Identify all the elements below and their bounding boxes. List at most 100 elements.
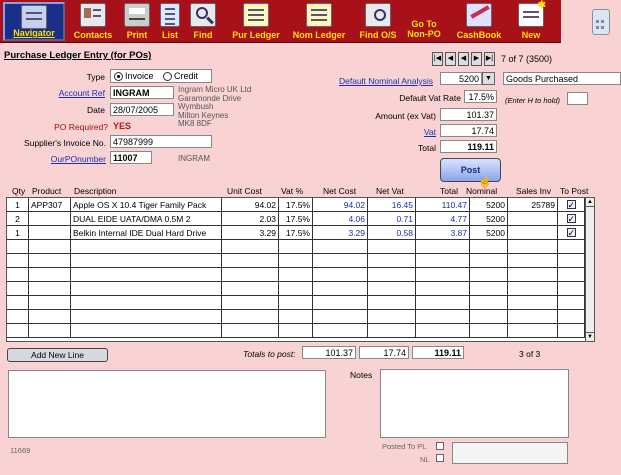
table-row[interactable] [7, 254, 585, 268]
to-post-cell[interactable]: ✓ [558, 226, 585, 240]
posted-pl-checkbox[interactable] [436, 442, 444, 450]
find-button[interactable]: Find [188, 2, 218, 41]
total-cell [416, 310, 470, 324]
to-post-checkbox[interactable]: ✓ [566, 200, 576, 210]
product-cell[interactable] [29, 212, 71, 226]
add-new-line-button[interactable]: Add New Line [7, 348, 108, 362]
to-post-cell[interactable]: ✓ [558, 198, 585, 212]
description-cell[interactable]: DUAL EIDE UATA/DMA 0.5M 2 [71, 212, 222, 226]
vat-pct-cell [279, 310, 313, 324]
vat-field[interactable]: 17.74 [440, 124, 497, 137]
supplier-invoice-field[interactable]: 47987999 [110, 135, 212, 148]
type-radio-group: Invoice Credit [110, 69, 212, 83]
table-row[interactable]: 1 Belkin Internal IDE Dual Hard Drive 3.29… [7, 226, 585, 240]
vat-pct-cell[interactable]: 17.5% [279, 226, 313, 240]
vat-link[interactable]: Vat [390, 127, 436, 137]
net-vat-cell[interactable]: 0.71 [368, 212, 416, 226]
total-cell[interactable]: 4.77 [416, 212, 470, 226]
credit-radio[interactable] [163, 72, 172, 81]
to-post-cell[interactable]: ✓ [558, 212, 585, 226]
contacts-button[interactable]: Contacts [68, 2, 118, 41]
sales-inv-cell[interactable]: 25789 [508, 198, 558, 212]
to-post-checkbox[interactable]: ✓ [566, 214, 576, 224]
cashbook-button[interactable]: CashBook [452, 2, 506, 41]
table-row[interactable] [7, 268, 585, 282]
table-row[interactable]: 1 APP307 Apple OS X 10.4 Tiger Family Pack… [7, 198, 585, 212]
new-button[interactable]: ✱ New [513, 1, 549, 41]
description-cell[interactable]: Belkin Internal IDE Dual Hard Drive [71, 226, 222, 240]
scroll-up-icon[interactable]: ▲ [586, 198, 594, 207]
print-button[interactable]: Print [121, 2, 153, 41]
net-cost-cell [313, 296, 368, 310]
account-ref-link[interactable]: Account Ref [40, 88, 105, 98]
nominal-cell[interactable]: 5200 [470, 226, 508, 240]
table-row[interactable] [7, 324, 585, 338]
to-post-checkbox[interactable]: ✓ [566, 228, 576, 238]
table-row[interactable] [7, 240, 585, 254]
nom-ledger-button[interactable]: Nom Ledger [288, 2, 350, 41]
vat-pct-cell[interactable]: 17.5% [279, 212, 313, 226]
list-button[interactable]: List [156, 2, 184, 41]
prev-record-button[interactable]: ◀ [445, 52, 456, 66]
pur-ledger-button[interactable]: Pur Ledger [226, 2, 286, 41]
default-nominal-desc[interactable]: Goods Purchased [503, 72, 621, 85]
table-row[interactable] [7, 310, 585, 324]
qty-cell[interactable]: 2 [7, 212, 29, 226]
nominal-cell [470, 268, 508, 282]
product-cell [29, 282, 71, 296]
net-cost-cell[interactable]: 4.06 [313, 212, 368, 226]
default-vat-field[interactable]: 17.5% [464, 90, 497, 103]
scroll-down-icon[interactable]: ▼ [586, 332, 594, 341]
ledger-icon [306, 3, 332, 27]
go-to-non-po-button[interactable]: Go To Non-PO [404, 2, 444, 41]
notes-area[interactable] [380, 369, 569, 438]
qty-cell[interactable]: 1 [7, 198, 29, 212]
sales-inv-cell [508, 296, 558, 310]
table-scrollbar[interactable]: ▲ ▼ [585, 198, 594, 341]
calculator-icon[interactable] [592, 9, 610, 35]
total-cell[interactable]: 110.47 [416, 198, 470, 212]
posted-nl-checkbox[interactable] [436, 454, 444, 462]
our-po-number-link[interactable]: OurPOnumber [40, 154, 106, 164]
account-ref-field[interactable]: INGRAM [110, 86, 174, 99]
unit-cost-cell[interactable]: 3.29 [222, 226, 279, 240]
amount-field[interactable]: 101.37 [440, 108, 497, 121]
product-cell[interactable] [29, 226, 71, 240]
total-field: 119.11 [440, 140, 497, 153]
nominal-cell[interactable]: 5200 [470, 212, 508, 226]
total-cell[interactable]: 3.87 [416, 226, 470, 240]
find-os-button[interactable]: Find O/S [355, 2, 401, 41]
default-nominal-field[interactable]: 5200 [440, 72, 482, 85]
next-record-button[interactable]: ▶ [471, 52, 482, 66]
date-field[interactable]: 28/07/2005 [110, 103, 174, 116]
to-post-cell [558, 324, 585, 338]
vat-pct-cell[interactable]: 17.5% [279, 198, 313, 212]
our-po-number-field[interactable]: 11007 [110, 151, 152, 164]
last-record-button[interactable]: ▶| [484, 52, 495, 66]
qty-cell[interactable]: 1 [7, 226, 29, 240]
table-row[interactable] [7, 296, 585, 310]
sales-inv-cell[interactable] [508, 212, 558, 226]
table-row[interactable] [7, 282, 585, 296]
prev-record-alt-button[interactable]: ◀ [458, 52, 469, 66]
description-cell[interactable]: Apple OS X 10.4 Tiger Family Pack [71, 198, 222, 212]
invoice-radio[interactable] [114, 72, 123, 81]
nominal-cell[interactable]: 5200 [470, 198, 508, 212]
net-cost-cell[interactable]: 94.02 [313, 198, 368, 212]
first-record-button[interactable]: |◀ [432, 52, 443, 66]
description-cell [71, 324, 222, 338]
net-vat-cell[interactable]: 0.58 [368, 226, 416, 240]
unit-cost-cell[interactable]: 2.03 [222, 212, 279, 226]
memo-area[interactable] [8, 370, 326, 438]
net-cost-cell[interactable]: 3.29 [313, 226, 368, 240]
nominal-dropdown-button[interactable]: ▼ [482, 72, 495, 85]
default-nominal-link[interactable]: Default Nominal Analysis [320, 76, 433, 86]
sales-inv-cell[interactable] [508, 226, 558, 240]
net-vat-cell[interactable]: 16.45 [368, 198, 416, 212]
unit-cost-cell[interactable]: 94.02 [222, 198, 279, 212]
table-row[interactable]: 2 DUAL EIDE UATA/DMA 0.5M 2 2.03 17.5% 4.06 0… [7, 212, 585, 226]
net-vat-cell [368, 324, 416, 338]
hold-field[interactable] [567, 92, 588, 105]
navigator-button[interactable]: Navigator [3, 2, 65, 41]
product-cell[interactable]: APP307 [29, 198, 71, 212]
